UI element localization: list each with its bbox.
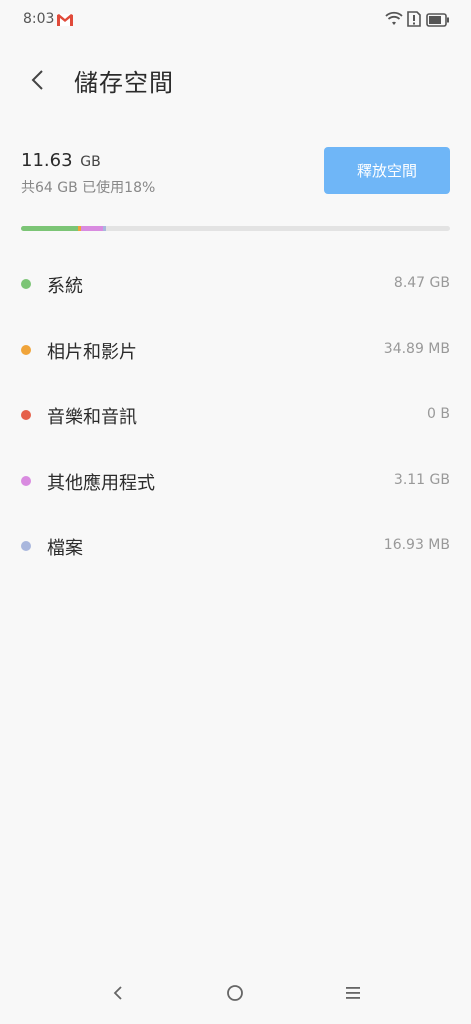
- storage-item-size: 0 B: [427, 406, 450, 423]
- category-color-dot: [21, 344, 31, 355]
- back-nav-icon: [113, 986, 122, 1000]
- storage-item-size: 16.93 MB: [383, 537, 450, 554]
- storage-item-label: 檔案: [47, 538, 83, 560]
- storage-item-size: 34.89 MB: [383, 340, 450, 357]
- storage-item-size: 8.47 GB: [393, 275, 450, 291]
- storage-item[interactable]: 相片和影片 34.89 MB: [0, 316, 471, 382]
- storage-list: 系統 8.47 GB 相片和影片 34.89 MB 音樂和音訊 0 B 其他應用程式 3.11…: [0, 250, 471, 578]
- nav-home-button[interactable]: [220, 980, 250, 1006]
- category-color-dot: [21, 541, 31, 552]
- usage-segment: [102, 226, 107, 231]
- usage-bar: [21, 226, 450, 231]
- category-color-dot: [21, 410, 31, 421]
- navigation-bar: [0, 970, 471, 1016]
- status-bar: 8:03: [0, 0, 471, 40]
- storage-item[interactable]: 音樂和音訊 0 B: [0, 381, 471, 447]
- storage-item-label: 系統: [47, 276, 83, 297]
- used-amount: 11.63 GB: [21, 150, 101, 171]
- nav-menu-button[interactable]: [338, 980, 368, 1006]
- category-color-dot: [21, 475, 31, 486]
- page-title: 儲存空間: [74, 69, 174, 97]
- storage-item[interactable]: 系統 8.47 GB: [0, 250, 471, 316]
- status-time: 8:03: [23, 11, 55, 27]
- usage-segment: [81, 226, 103, 231]
- storage-item-label: 音樂和音訊: [47, 407, 137, 429]
- nav-back-button[interactable]: [103, 980, 133, 1006]
- storage-item-size: 3.11 GB: [393, 471, 450, 488]
- storage-item-label: 其他應用程式: [47, 472, 155, 494]
- menu-nav-icon: [346, 987, 360, 999]
- alert-icon: [407, 11, 421, 27]
- free-space-button[interactable]: 釋放空間: [324, 147, 450, 194]
- wifi-icon: [385, 11, 403, 27]
- storage-description: 共64 GB 已使用18%: [21, 180, 156, 196]
- category-color-dot: [21, 279, 31, 289]
- home-nav-icon: [227, 985, 243, 1001]
- storage-item[interactable]: 其他應用程式 3.11 GB: [0, 447, 471, 513]
- used-value: 11.63: [21, 150, 73, 171]
- used-unit: GB: [80, 154, 101, 170]
- usage-segment: [21, 226, 78, 231]
- back-button[interactable]: [26, 63, 50, 97]
- storage-item-label: 相片和影片: [47, 341, 137, 363]
- chevron-left-icon: [31, 70, 43, 90]
- storage-item[interactable]: 檔案 16.93 MB: [0, 512, 471, 578]
- gmail-icon: [57, 12, 73, 26]
- battery-icon: [426, 12, 450, 27]
